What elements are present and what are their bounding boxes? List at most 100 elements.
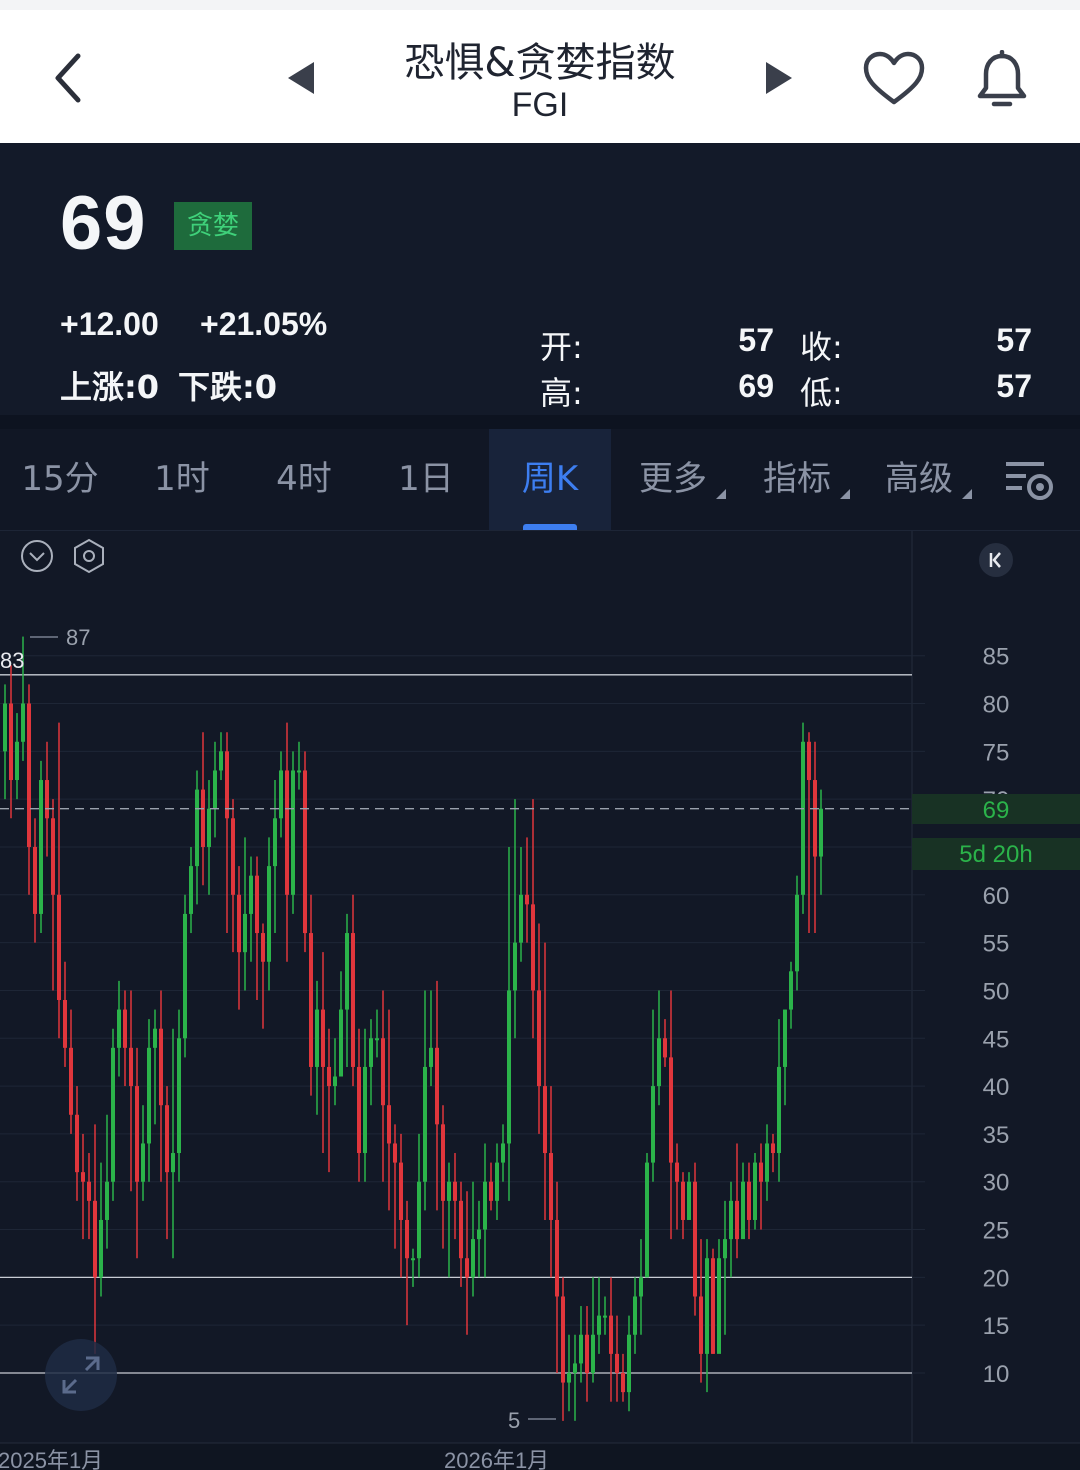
candle-body [477,1229,481,1240]
x-tick-label: 2025年1月 [0,1448,103,1470]
candle-body [537,990,541,1087]
candle-body [399,1162,403,1220]
app-header: 恐惧&贪婪指数 FGI [0,0,1080,143]
next-icon[interactable] [762,58,796,98]
countdown-label: 5d 20h [959,841,1032,868]
candle-body [441,1124,445,1201]
candle-body [495,1162,499,1201]
high-value: 69 [738,368,774,404]
candle-body [321,1009,325,1067]
candle-body [783,1009,787,1067]
candle-body [231,818,235,895]
candle-body [411,1258,415,1261]
candle-body [447,1181,451,1201]
candle-body [213,770,217,809]
bell-icon[interactable] [974,50,1030,110]
candle-body [99,1219,103,1278]
candle-body [93,1200,97,1278]
candle-body [429,1047,433,1067]
fullscreen-button[interactable] [45,1339,117,1411]
candle-body [621,1373,625,1393]
current-value-label: 69 [983,797,1010,824]
candle-body [81,1172,85,1182]
low-value: 57 [996,368,1032,404]
candle-body [789,971,793,1010]
candle-body [675,1162,679,1182]
down-count: 下跌:0 [178,368,278,406]
candle-body [363,1066,367,1154]
candle-body [111,1047,115,1182]
candle-body [51,818,55,895]
dropdown-triangle-icon [840,489,850,499]
candle-body [105,1181,109,1220]
candle-body [423,1066,427,1182]
candle-body [567,1373,571,1383]
candle-body [381,1038,385,1106]
candle-body [729,1200,733,1240]
tab-advanced[interactable]: 高级 [858,429,980,530]
candle-body [87,1181,91,1201]
candle-body [705,1258,709,1354]
candle-body [549,1153,553,1220]
candle-body [723,1239,727,1259]
candle-body [375,1038,379,1041]
candle-body [387,1105,391,1144]
candle-body [129,1047,133,1087]
candle-body [777,1066,781,1154]
tab-4hour[interactable]: 4时 [244,429,364,530]
candle-body [243,913,247,953]
candle-body [597,1315,601,1335]
jump-latest-button[interactable] [979,543,1013,577]
candle-body [357,1066,361,1154]
candle-body [753,1162,757,1220]
close-value: 57 [996,322,1032,358]
change-value: +12.00 [60,306,159,342]
y-tick-label: 85 [983,644,1010,671]
heart-icon[interactable] [862,50,926,108]
candle-body [615,1353,619,1373]
tab-15min[interactable]: 15分 [0,429,120,530]
tab-label: 更多 [639,459,707,499]
plot-area [0,531,912,1443]
tab-indicators[interactable]: 指标 [736,429,858,530]
candle-body [711,1258,715,1354]
candle-body [633,1296,637,1335]
candle-body [609,1315,613,1354]
candle-body [681,1181,685,1220]
open-label: 开: [540,328,583,366]
candle-body [459,1200,463,1259]
active-tab-indicator [523,524,577,530]
candle-body [201,789,205,847]
candle-body [585,1334,589,1373]
tab-1hour[interactable]: 1时 [122,429,242,530]
level-label: 83 [0,648,24,673]
kline-chart[interactable]: 858075706055504540353025201510695d 20h87… [0,531,1080,1470]
open-value: 57 [738,322,774,358]
page-title: 恐惧&贪婪指数 [404,40,676,86]
candle-body [513,942,517,991]
candle-body [801,741,805,895]
candle-body [249,875,253,914]
candle-body [261,933,265,962]
divider [0,415,1080,429]
tab-more[interactable]: 更多 [612,429,734,530]
candle-body [171,1153,175,1173]
tab-weekly[interactable]: 周K [489,429,611,530]
candle-body [219,751,223,771]
tab-1day[interactable]: 1日 [366,429,486,530]
status-strip [0,0,1080,10]
candle-body [255,875,259,934]
candle-body [189,866,193,914]
candle-body [369,1038,373,1067]
candle-body [807,741,811,781]
tab-label: 4时 [276,459,332,499]
candle-body [435,1047,439,1125]
y-tick-label: 40 [983,1074,1010,1101]
candle-body [351,933,355,1067]
back-icon[interactable] [50,50,90,106]
candle-body [315,1009,319,1067]
chart-settings-icon[interactable] [1004,459,1056,503]
dropdown-triangle-icon [962,489,972,499]
candle-body [297,770,301,773]
page-subtitle: FGI [511,86,569,124]
